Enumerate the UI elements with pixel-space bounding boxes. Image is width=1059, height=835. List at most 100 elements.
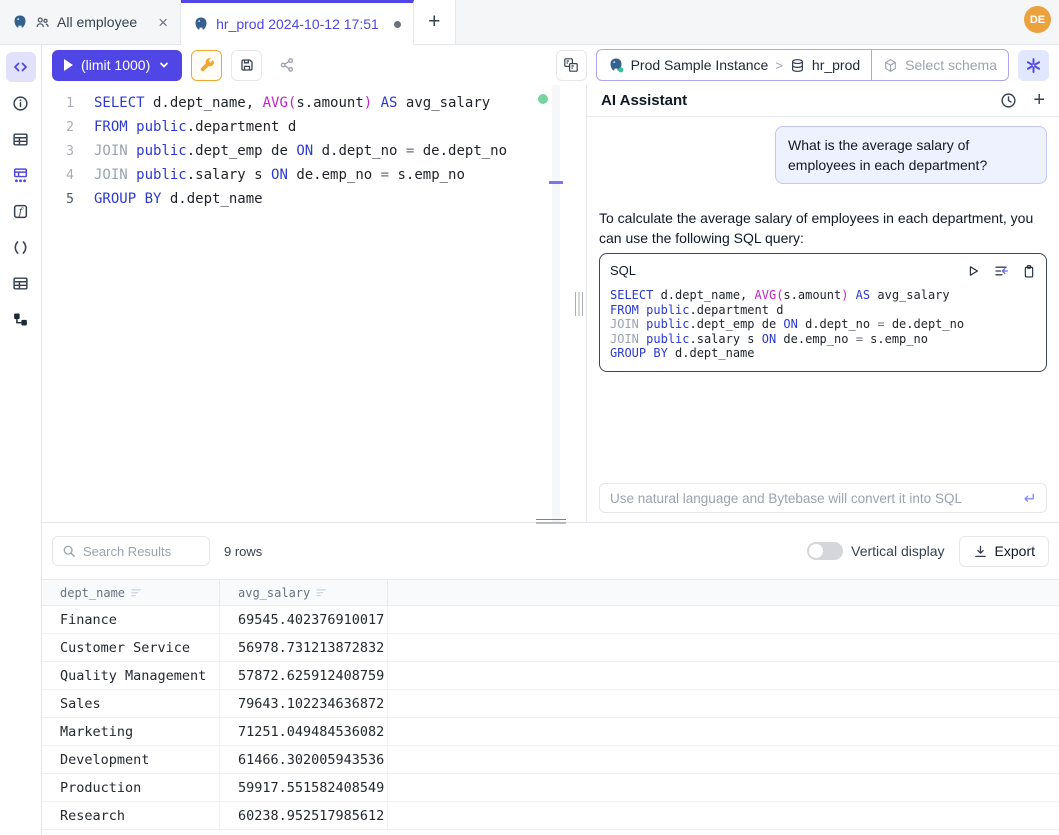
table-cell[interactable]: 61466.302005943536 bbox=[220, 746, 388, 773]
horizontal-resize-handle[interactable] bbox=[536, 519, 566, 526]
natural-language-input[interactable] bbox=[610, 491, 1013, 506]
table-cell[interactable]: 79643.102234636872 bbox=[220, 690, 388, 717]
code-lines: SELECT d.dept_name, AVG(s.amount) AS avg… bbox=[610, 288, 1036, 361]
editor-line[interactable]: 2FROM public.department d bbox=[42, 115, 572, 139]
schema-diagram-icon bbox=[12, 167, 29, 184]
search-results-box[interactable] bbox=[52, 536, 210, 566]
table-row[interactable]: Production59917.551582408549 bbox=[42, 774, 1059, 802]
sort-icon[interactable] bbox=[316, 588, 327, 598]
editor-line[interactable]: 5GROUP BY d.dept_name bbox=[42, 187, 572, 211]
ai-input-row bbox=[587, 483, 1059, 522]
table-cell[interactable]: Research bbox=[42, 802, 220, 829]
editor-line[interactable]: 1SELECT d.dept_name, AVG(s.amount) AS av… bbox=[42, 91, 572, 115]
info-icon bbox=[12, 95, 29, 112]
editor-line[interactable]: 4JOIN public.salary s ON de.emp_no = s.e… bbox=[42, 163, 572, 187]
table-cell[interactable]: Quality Management bbox=[42, 662, 220, 689]
code-line: JOIN public.dept_emp de ON d.dept_no = d… bbox=[610, 317, 1036, 332]
share-button[interactable] bbox=[271, 50, 302, 81]
table-cell[interactable]: Customer Service bbox=[42, 634, 220, 661]
table-cell[interactable]: Production bbox=[42, 774, 220, 801]
column-header-dept-name[interactable]: dept_name bbox=[42, 580, 220, 605]
left-icon-sidebar: f bbox=[0, 45, 42, 835]
line-number: 3 bbox=[42, 144, 74, 159]
sidebar-item-functions[interactable]: f bbox=[6, 196, 36, 226]
run-query-button[interactable]: (limit 1000) bbox=[52, 50, 182, 81]
line-number: 4 bbox=[42, 168, 74, 183]
sort-icon[interactable] bbox=[131, 588, 142, 598]
sidebar-item-relations[interactable] bbox=[6, 304, 36, 334]
chat-history: What is the average salary of employees … bbox=[587, 117, 1059, 483]
results-table-body: Finance69545.402376910017Customer Servic… bbox=[42, 606, 1059, 835]
table-cell[interactable]: Sales bbox=[42, 690, 220, 717]
toggle-knob bbox=[809, 544, 823, 558]
vertical-display-label: Vertical display bbox=[851, 543, 944, 559]
table-cell[interactable]: Marketing bbox=[42, 718, 220, 745]
schema-compare-button[interactable] bbox=[556, 50, 587, 81]
column-label: dept_name bbox=[60, 586, 125, 600]
tab-all-employee[interactable]: All employee × bbox=[0, 0, 181, 44]
shared-worksheet-icon bbox=[35, 15, 50, 30]
close-tab-icon[interactable]: × bbox=[158, 14, 168, 31]
table-cell[interactable]: 59917.551582408549 bbox=[220, 774, 388, 801]
table-cell[interactable]: 57872.625912408759 bbox=[220, 662, 388, 689]
search-results-input[interactable] bbox=[83, 544, 200, 559]
row-count-label: 9 rows bbox=[224, 544, 262, 559]
table-row[interactable]: Development61466.302005943536 bbox=[42, 746, 1059, 774]
schema-selector[interactable]: Select schema bbox=[871, 50, 1008, 80]
editor-scrollbar[interactable] bbox=[552, 85, 560, 522]
sql-editor[interactable]: 1SELECT d.dept_name, AVG(s.amount) AS av… bbox=[42, 85, 572, 522]
column-label: avg_salary bbox=[238, 586, 310, 600]
insert-into-editor-icon[interactable] bbox=[993, 263, 1009, 279]
table-row[interactable]: Customer Service56978.731213872832 bbox=[42, 634, 1059, 662]
history-icon[interactable] bbox=[1000, 92, 1017, 109]
download-icon bbox=[973, 544, 988, 559]
flow-diagram-icon bbox=[12, 311, 29, 328]
results-toolbar: 9 rows Vertical display Export bbox=[42, 523, 1059, 579]
sidebar-item-tables[interactable] bbox=[6, 124, 36, 154]
admin-mode-button[interactable] bbox=[191, 50, 222, 81]
sidebar-item-sql-editor[interactable] bbox=[6, 52, 36, 82]
new-chat-button[interactable]: + bbox=[1033, 89, 1045, 112]
table-cell[interactable]: 56978.731213872832 bbox=[220, 634, 388, 661]
save-button[interactable] bbox=[231, 50, 262, 81]
table-cell[interactable]: 71251.049484536082 bbox=[220, 718, 388, 745]
table-cell[interactable]: 60238.952517985612 bbox=[220, 802, 388, 829]
table-cell[interactable]: Development bbox=[42, 746, 220, 773]
table-row[interactable]: Marketing71251.049484536082 bbox=[42, 718, 1059, 746]
vertical-resize-divider[interactable] bbox=[572, 85, 586, 522]
table-cell[interactable]: 69545.402376910017 bbox=[220, 606, 388, 633]
sidebar-item-views[interactable] bbox=[6, 268, 36, 298]
table-row[interactable]: Research60238.952517985612 bbox=[42, 802, 1059, 830]
editor-line[interactable]: 3JOIN public.dept_emp de ON d.dept_no = … bbox=[42, 139, 572, 163]
new-tab-button[interactable]: + bbox=[414, 0, 456, 44]
ai-assistant-button[interactable] bbox=[1018, 50, 1049, 81]
export-button[interactable]: Export bbox=[959, 536, 1049, 567]
tab-hr-prod[interactable]: hr_prod 2024-10-12 17:51 bbox=[181, 0, 414, 45]
postgres-icon bbox=[12, 14, 28, 30]
run-code-icon[interactable] bbox=[966, 264, 980, 278]
copy-icon[interactable] bbox=[1022, 264, 1036, 279]
submit-return-icon[interactable] bbox=[1021, 491, 1036, 506]
table-cell[interactable]: Finance bbox=[42, 606, 220, 633]
tab-label: hr_prod 2024-10-12 17:51 bbox=[216, 16, 379, 32]
drag-handle[interactable] bbox=[575, 292, 583, 316]
sidebar-item-schema-diagram[interactable] bbox=[6, 160, 36, 190]
code-line: GROUP BY d.dept_name bbox=[610, 346, 1036, 361]
cursor-position-mark bbox=[549, 181, 563, 184]
line-number: 1 bbox=[42, 96, 74, 111]
user-avatar[interactable]: DE bbox=[1024, 6, 1051, 33]
table-row[interactable]: Quality Management57872.625912408759 bbox=[42, 662, 1059, 690]
connection-status-dot bbox=[538, 94, 548, 104]
sql-code-block: SQL SELECT d.dept_name, AVG(s.amount) AS… bbox=[599, 253, 1047, 372]
assistant-response: To calculate the average salary of emplo… bbox=[599, 208, 1047, 372]
sidebar-item-procedures[interactable] bbox=[6, 232, 36, 262]
column-header-avg-salary[interactable]: avg_salary bbox=[220, 580, 388, 605]
line-number: 2 bbox=[42, 120, 74, 135]
sidebar-item-info[interactable] bbox=[6, 88, 36, 118]
table-row[interactable]: Finance69545.402376910017 bbox=[42, 606, 1059, 634]
vertical-display-toggle[interactable] bbox=[807, 542, 843, 560]
share-icon bbox=[279, 57, 295, 73]
chevron-down-icon[interactable] bbox=[158, 59, 170, 71]
table-row[interactable]: Sales79643.102234636872 bbox=[42, 690, 1059, 718]
instance-database-selector[interactable]: Prod Sample Instance > hr_prod bbox=[597, 50, 872, 80]
